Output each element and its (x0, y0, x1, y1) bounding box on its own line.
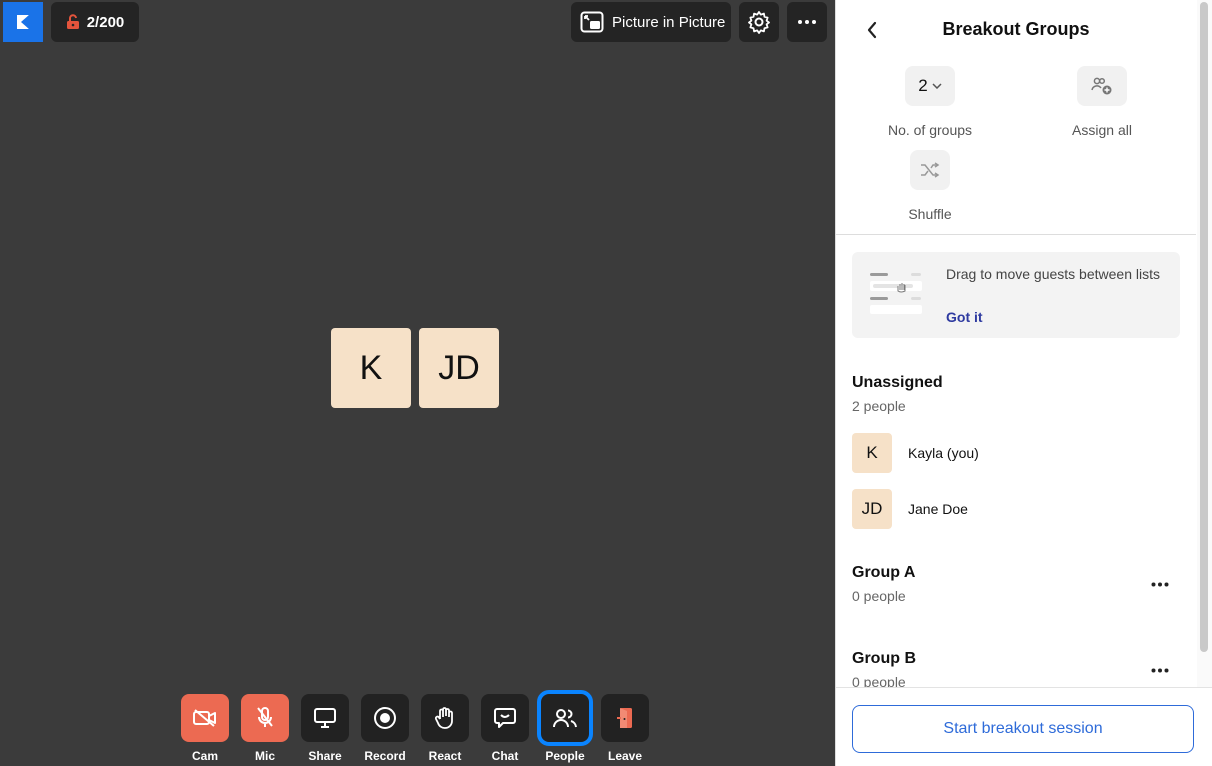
group-a-count: 0 people (852, 588, 906, 604)
more-horizontal-icon (798, 20, 816, 24)
chat-icon (494, 708, 516, 728)
record-icon (374, 707, 396, 729)
more-horizontal-icon (1151, 582, 1169, 586)
pip-label: Picture in Picture (612, 13, 726, 31)
shuffle-button[interactable]: Shuffle (870, 150, 990, 222)
hand-icon (434, 707, 453, 729)
unlock-icon (66, 14, 79, 29)
groups-count-value: 2 (918, 76, 928, 95)
person-name: Jane Doe (908, 501, 968, 517)
participant-tile: K (331, 328, 411, 408)
video-stage: 2/200 Picture in Picture K JD Cam Mic Sh… (0, 0, 835, 766)
logo-icon (17, 15, 29, 29)
participant-tile: JD (419, 328, 499, 408)
react-label: React (428, 749, 462, 763)
list-item[interactable]: JD Jane Doe (852, 489, 968, 529)
group-a-more-button[interactable] (1146, 574, 1174, 594)
more-horizontal-icon (1151, 668, 1169, 672)
drag-tip-card: Drag to move guests between lists Got it (852, 252, 1180, 338)
people-icon (553, 709, 577, 728)
unassigned-title: Unassigned (852, 374, 943, 391)
got-it-link[interactable]: Got it (946, 309, 983, 325)
groups-count-select[interactable]: 2 No. of groups (870, 66, 990, 138)
chat-button[interactable]: Chat (481, 694, 529, 763)
share-button[interactable]: Share (301, 694, 349, 763)
avatar: K (852, 433, 892, 473)
gear-icon (748, 11, 770, 34)
group-b-count: 0 people (852, 674, 906, 687)
start-breakout-session-button[interactable]: Start breakout session (852, 705, 1194, 753)
screen-share-icon (314, 708, 336, 728)
group-b-more-button[interactable] (1146, 660, 1174, 680)
tip-text: Drag to move guests between lists (946, 266, 1160, 282)
group-a-title: Group A (852, 564, 916, 581)
breakout-groups-panel: Breakout Groups 2 No. of groups Assign a… (835, 0, 1212, 766)
cam-label: Cam (191, 749, 218, 763)
more-options-button[interactable] (787, 2, 827, 42)
panel-footer: Start breakout session (836, 687, 1212, 766)
shuffle-icon (921, 162, 940, 178)
list-item[interactable]: K Kayla (you) (852, 433, 979, 473)
shuffle-label: Shuffle (908, 206, 952, 222)
group-b-title: Group B (852, 650, 916, 667)
people-button[interactable]: People (537, 690, 593, 763)
leave-icon (617, 708, 632, 728)
scrollbar-thumb[interactable] (1200, 2, 1208, 652)
share-label: Share (308, 749, 342, 763)
unassigned-count: 2 people (852, 398, 906, 414)
picture-in-picture-button[interactable]: Picture in Picture (571, 2, 731, 42)
camera-off-icon (193, 709, 216, 727)
leave-button[interactable]: Leave (601, 694, 649, 763)
react-button[interactable]: React (421, 694, 469, 763)
assign-all-button[interactable]: Assign all (1042, 66, 1162, 138)
person-name: Kayla (you) (908, 445, 979, 461)
assign-all-label: Assign all (1072, 122, 1132, 138)
cam-button[interactable]: Cam (181, 694, 229, 763)
mic-off-icon (257, 707, 273, 727)
participant-count-pill[interactable]: 2/200 (51, 2, 139, 42)
chevron-down-icon (932, 83, 942, 89)
panel-scrollbar[interactable] (1197, 0, 1212, 687)
participant-count: 2/200 (86, 13, 125, 31)
mic-label: Mic (254, 749, 275, 763)
settings-button[interactable] (739, 2, 779, 42)
avatar: JD (852, 489, 892, 529)
record-label: Record (364, 749, 406, 763)
pip-icon (580, 11, 604, 33)
record-button[interactable]: Record (361, 694, 409, 763)
panel-title: Breakout Groups (942, 19, 1090, 39)
groups-count-label: No. of groups (887, 122, 973, 138)
drag-illustration-icon (870, 273, 922, 314)
leave-label: Leave (607, 749, 643, 763)
mic-button[interactable]: Mic (241, 694, 289, 763)
assign-people-icon (1091, 77, 1112, 95)
divider (836, 234, 1196, 235)
chat-label: Chat (491, 749, 519, 763)
people-label: People (545, 749, 585, 763)
app-logo[interactable] (3, 2, 43, 42)
